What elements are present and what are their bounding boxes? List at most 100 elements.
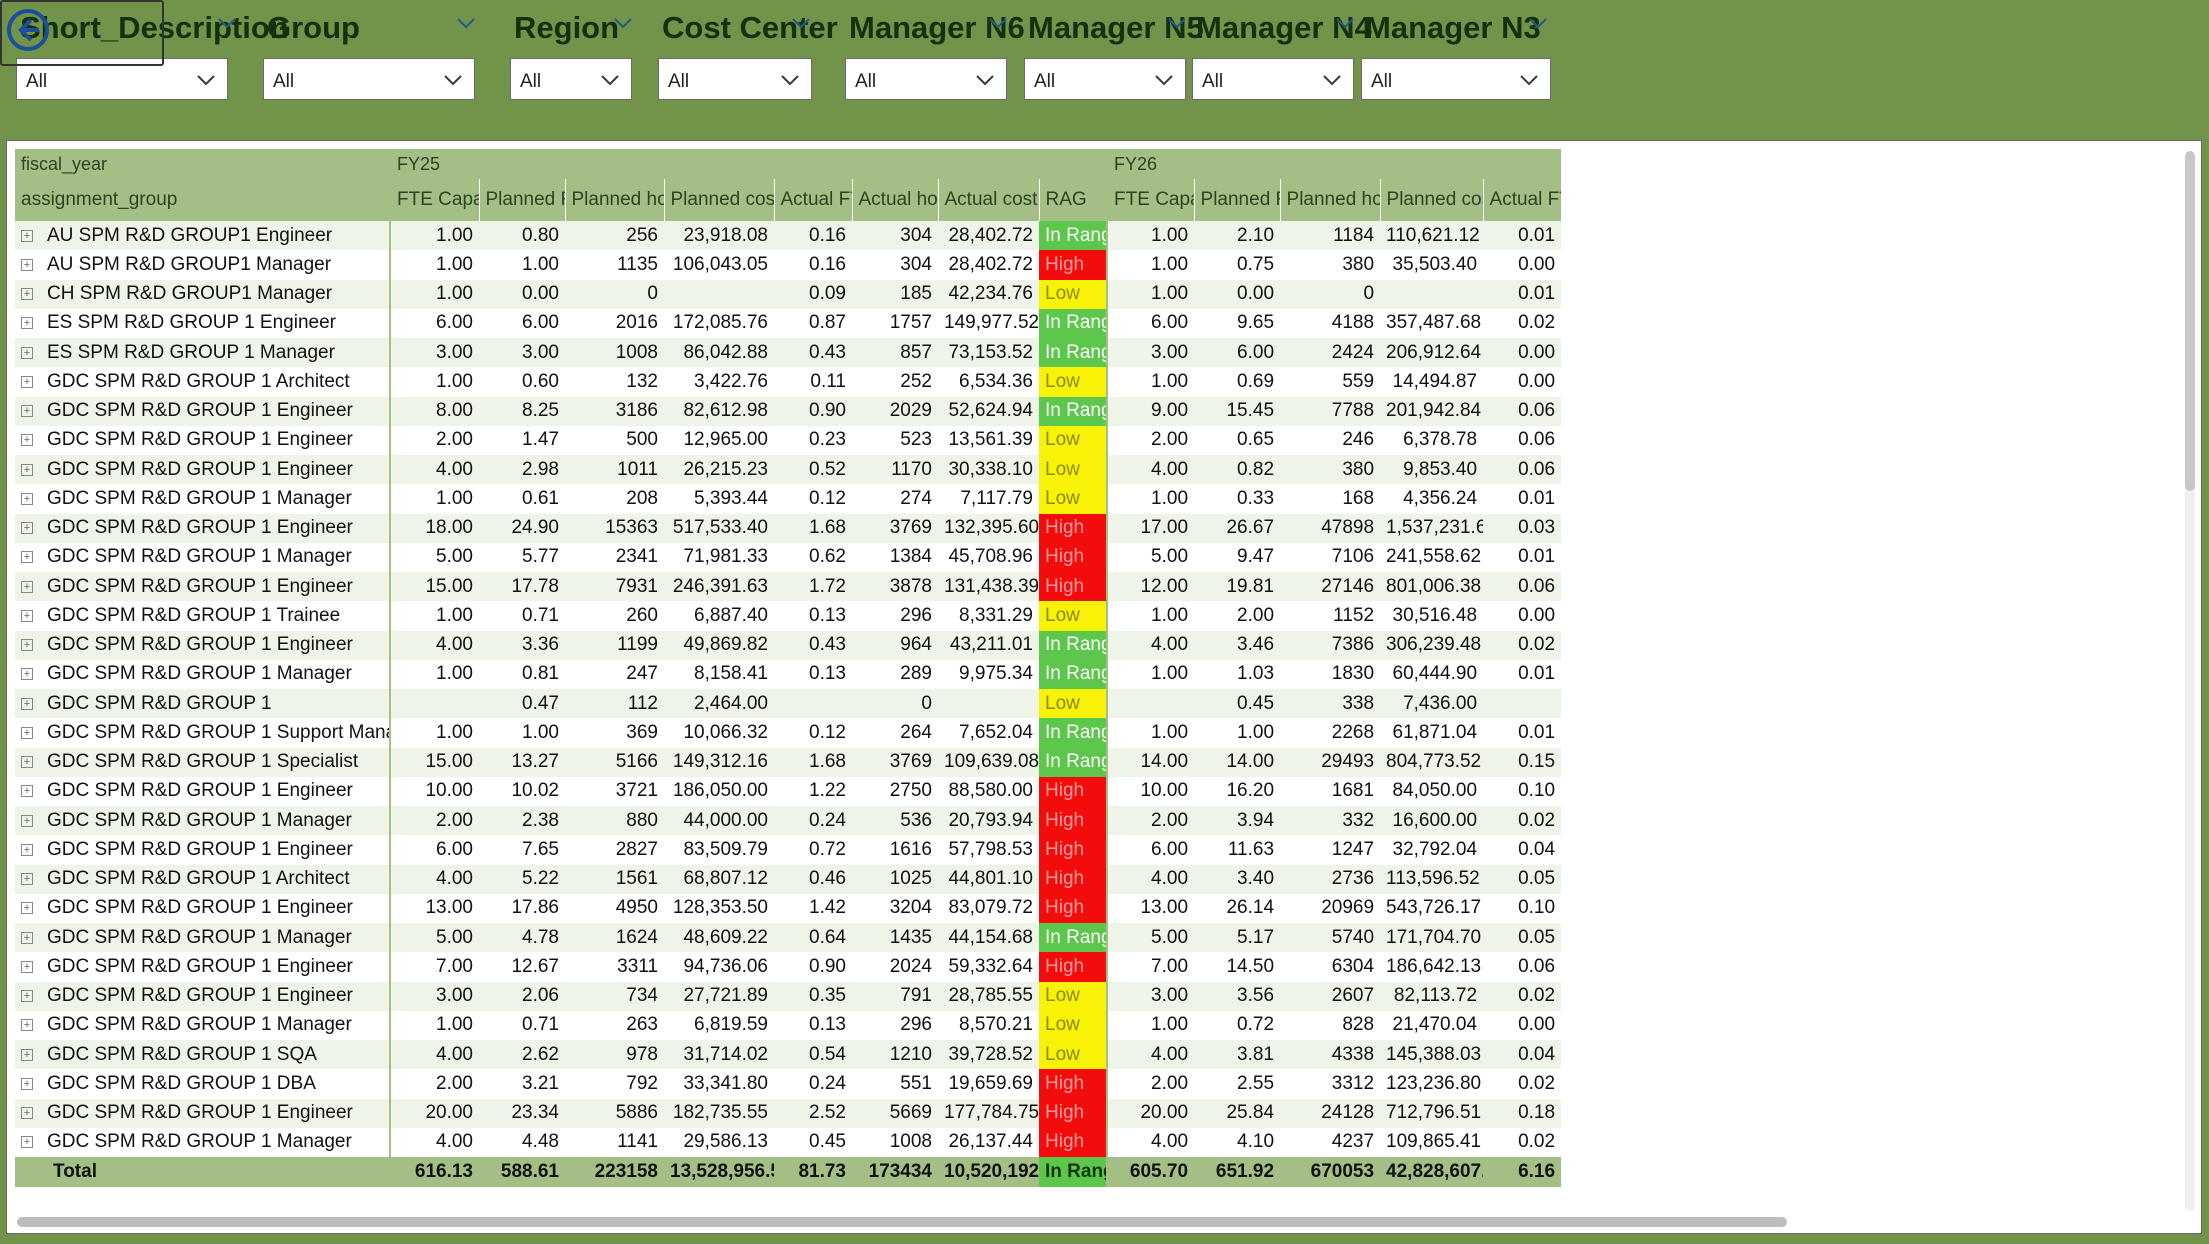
expand-icon[interactable]: + — [21, 814, 33, 827]
slicer-dropdown-group[interactable]: All — [263, 58, 475, 100]
expand-icon[interactable]: + — [21, 288, 33, 301]
expand-icon[interactable]: + — [21, 931, 33, 944]
column-header[interactable]: FTE Capacity — [1107, 179, 1195, 221]
table-row: + GDC SPM R&D GROUP 1 Manager 4.00 4.48 1141… — [15, 1127, 1562, 1157]
value-cell: 0 — [565, 279, 664, 309]
table-row: + GDC SPM R&D GROUP 1 Engineer 4.00 3.36 119… — [15, 630, 1562, 660]
chevron-down-icon[interactable] — [790, 14, 812, 32]
table-row: + GDC SPM R&D GROUP 1 Engineer 18.00 24.90 1… — [15, 513, 1562, 543]
value-cell: 0.71 — [479, 1010, 565, 1040]
expand-icon[interactable]: + — [21, 375, 33, 388]
value-cell: 1.00 — [1107, 221, 1195, 251]
table-row: + GDC SPM R&D GROUP 1 Engineer 2.00 1.47 500… — [15, 425, 1562, 455]
assignment-group-cell: + GDC SPM R&D GROUP 1 SQA — [15, 1040, 391, 1070]
value-cell: 0.72 — [774, 835, 852, 865]
expand-icon[interactable]: + — [21, 1048, 33, 1061]
slicer-dropdown-manager_n4[interactable]: All — [1192, 58, 1354, 100]
chevron-down-icon[interactable] — [1527, 14, 1549, 32]
value-cell: 3.56 — [1194, 981, 1281, 1011]
expand-icon[interactable]: + — [21, 492, 33, 505]
rag-status-cell: In Range — [1039, 747, 1109, 777]
expand-icon[interactable]: + — [21, 960, 33, 973]
expand-icon[interactable]: + — [21, 258, 33, 271]
header-fy25[interactable]: FY25 — [390, 149, 1109, 179]
expand-icon[interactable]: + — [21, 990, 33, 1003]
column-header[interactable]: FTE Capacity — [390, 179, 480, 221]
column-header[interactable]: RAG — [1039, 179, 1109, 221]
expand-icon[interactable]: + — [21, 1077, 33, 1090]
expand-icon[interactable]: + — [21, 551, 33, 564]
column-header[interactable]: Actual cost — [938, 179, 1040, 221]
expand-icon[interactable]: + — [21, 756, 33, 769]
expand-icon[interactable]: + — [21, 1107, 33, 1120]
value-cell: 0.02 — [1483, 1127, 1562, 1157]
header-assignment-group[interactable]: assignment_group — [15, 179, 391, 221]
vertical-scrollbar[interactable] — [2185, 151, 2195, 491]
column-header[interactable]: Planned cost — [664, 179, 775, 221]
slicer-dropdown-region[interactable]: All — [510, 58, 632, 100]
expand-icon[interactable]: + — [21, 1136, 33, 1149]
column-header[interactable]: Actual FTE — [1483, 179, 1562, 221]
column-header[interactable]: Planned cost — [1380, 179, 1484, 221]
rag-status-cell: In Range — [1039, 308, 1109, 338]
chevron-down-icon[interactable] — [216, 14, 238, 32]
expand-icon[interactable]: + — [21, 785, 33, 798]
slicer-dropdown-manager_n3[interactable]: All — [1361, 58, 1551, 100]
column-header[interactable]: Actual FTE — [774, 179, 853, 221]
expand-icon[interactable]: + — [21, 405, 33, 418]
value-cell: 1435 — [852, 923, 938, 953]
value-cell: 186,050.00 — [664, 776, 774, 806]
value-cell: 2827 — [565, 835, 664, 865]
value-cell: 0.04 — [1483, 835, 1562, 865]
slicer-dropdown-manager_n5[interactable]: All — [1024, 58, 1186, 100]
expand-icon[interactable]: + — [21, 639, 33, 652]
header-fy26[interactable]: FY26 — [1107, 149, 1562, 179]
column-header[interactable]: Planned hours — [565, 179, 665, 221]
value-cell: 0 — [1280, 279, 1381, 309]
chevron-down-icon[interactable] — [1334, 14, 1356, 32]
expand-icon[interactable]: + — [21, 697, 33, 710]
expand-icon[interactable]: + — [21, 522, 33, 535]
expand-icon[interactable]: + — [21, 843, 33, 856]
expand-icon[interactable]: + — [21, 580, 33, 593]
cell-text: AU SPM R&D GROUP1 Engineer — [47, 224, 333, 246]
expand-icon[interactable]: + — [21, 317, 33, 330]
expand-icon[interactable]: + — [21, 873, 33, 886]
value-cell: 4950 — [565, 893, 664, 923]
column-header[interactable]: Planned hours — [1280, 179, 1381, 221]
expand-icon[interactable]: + — [21, 668, 33, 681]
expand-icon[interactable]: + — [21, 346, 33, 359]
column-header[interactable]: Planned FTE — [479, 179, 566, 221]
expand-icon[interactable]: + — [21, 902, 33, 915]
assignment-group-cell: + GDC SPM R&D GROUP 1 Manager — [15, 484, 391, 514]
assignment-group-cell: + GDC SPM R&D GROUP 1 Engineer — [15, 893, 391, 923]
value-cell: 24128 — [1280, 1098, 1381, 1128]
column-header[interactable]: Planned FTE — [1194, 179, 1281, 221]
header-fiscal-year: fiscal_year — [15, 149, 391, 179]
chevron-down-icon[interactable] — [612, 14, 634, 32]
value-cell: 0.12 — [774, 484, 852, 514]
slicer-dropdown-manager_n6[interactable]: All — [845, 58, 1007, 100]
expand-icon[interactable]: + — [21, 463, 33, 476]
value-cell: 6.00 — [390, 308, 479, 338]
expand-icon[interactable]: + — [21, 726, 33, 739]
value-cell: 10.00 — [1107, 776, 1195, 806]
horizontal-scrollbar[interactable] — [17, 1217, 1787, 1227]
expand-icon[interactable]: + — [21, 609, 33, 622]
expand-icon[interactable]: + — [21, 1019, 33, 1032]
value-cell: 0.10 — [1483, 893, 1562, 923]
value-cell: 15363 — [565, 513, 664, 543]
column-header[interactable]: Actual hours — [852, 179, 939, 221]
expand-icon[interactable]: + — [21, 434, 33, 447]
value-cell: 0.02 — [1483, 308, 1562, 338]
chevron-down-icon[interactable] — [1166, 14, 1188, 32]
chevron-down-icon[interactable] — [455, 14, 477, 32]
assignment-group-cell: + ES SPM R&D GROUP 1 Manager — [15, 338, 391, 368]
value-cell: 17.00 — [1107, 513, 1195, 543]
expand-icon[interactable]: + — [21, 229, 33, 242]
value-cell: 82,612.98 — [664, 396, 774, 426]
value-cell: 380 — [1280, 455, 1381, 485]
value-cell: 83,509.79 — [664, 835, 774, 865]
slicer-dropdown-cost_center[interactable]: All — [658, 58, 812, 100]
chevron-down-icon[interactable] — [987, 14, 1009, 32]
